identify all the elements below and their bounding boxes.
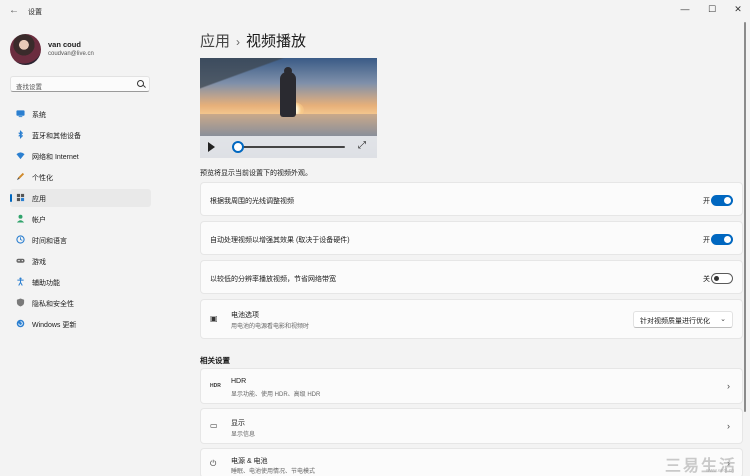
sidebar-item-label: 时间和语言: [32, 238, 67, 245]
video-controls: ⤢: [200, 136, 377, 158]
sidebar-item-label: 个性化: [32, 175, 53, 182]
related-settings-title: 相关设置: [200, 356, 230, 365]
setting-battery-options: ▣ 电池选项 用电池的电源看电影和视频时 针对视频质量进行优化 ⌄: [200, 299, 743, 339]
sidebar-item-network[interactable]: 网络和 Internet: [10, 147, 151, 165]
video-preview: ⤢: [200, 58, 377, 158]
toggle-state: 关: [703, 276, 710, 283]
brush-icon: [16, 172, 25, 181]
monitor-icon: [16, 110, 25, 118]
sidebar-item-apps[interactable]: 应用: [10, 189, 151, 207]
globe-clock-icon: [16, 235, 25, 244]
battery-video-icon: ▣: [210, 314, 218, 323]
sidebar-item-label: 网络和 Internet: [32, 154, 79, 161]
related-item-title: HDR: [231, 378, 247, 385]
chevron-right-icon: ›: [727, 381, 730, 391]
hdr-icon: HDR: [210, 383, 221, 389]
fullscreen-icon[interactable]: ⤢: [358, 141, 368, 151]
sidebar-item-bluetooth[interactable]: 蓝牙和其他设备: [10, 126, 151, 144]
app-title: 设置: [28, 9, 42, 16]
setting-adjust-lighting: 根据我周围的光线调整视频 开: [200, 182, 743, 216]
toggle-switch[interactable]: [711, 195, 733, 206]
chevron-down-icon: ⌄: [720, 316, 726, 323]
accessibility-icon: [17, 277, 24, 286]
sidebar-item-privacy[interactable]: 隐私和安全性: [10, 294, 151, 312]
setting-low-resolution: 以较低的分辨率播放视频，节省网络带宽 关: [200, 260, 743, 294]
toggle-switch[interactable]: [711, 234, 733, 245]
toggle-state: 开: [703, 198, 710, 205]
sidebar-item-windows-update[interactable]: Windows 更新: [10, 315, 151, 333]
related-item-subtitle: 睡眠、电池使用情况、节电模式: [231, 469, 316, 475]
dropdown-value: 针对视频质量进行优化: [640, 318, 710, 325]
account-icon: [16, 214, 25, 223]
avatar[interactable]: [10, 34, 41, 65]
power-icon: ⏻: [210, 459, 217, 468]
sidebar-item-accounts[interactable]: 帐户: [10, 210, 151, 228]
display-icon: ▭: [210, 421, 218, 430]
sidebar-item-accessibility[interactable]: 辅助功能: [10, 273, 151, 291]
related-item-display[interactable]: ▭ 显示 显示信息 ›: [200, 408, 743, 444]
sidebar-item-label: 系统: [32, 112, 46, 119]
sidebar-item-label: 隐私和安全性: [32, 301, 74, 308]
scrollbar[interactable]: [744, 22, 746, 412]
chevron-right-icon: ›: [727, 421, 730, 431]
play-icon[interactable]: [208, 142, 215, 152]
watermark-url: www.eeol.cn: [706, 468, 735, 474]
wifi-icon: [16, 152, 25, 160]
setting-enhance-video: 自动处理视频以增强其效果 (取决于设备硬件) 开: [200, 221, 743, 255]
sidebar-item-label: Windows 更新: [32, 322, 77, 329]
sidebar-item-time-language[interactable]: 时间和语言: [10, 231, 151, 249]
battery-subtitle: 用电池的电源看电影和视频时: [231, 324, 310, 330]
related-item-hdr[interactable]: HDR HDR 显示功能、使用 HDR、高级 HDR ›: [200, 368, 743, 404]
user-email: coudvan@live.cn: [48, 51, 94, 57]
setting-label: 以较低的分辨率播放视频，节省网络带宽: [210, 276, 336, 283]
related-item-subtitle: 显示功能、使用 HDR、高级 HDR: [231, 392, 321, 398]
sidebar-item-gaming[interactable]: 游戏: [10, 252, 151, 270]
preview-person: [280, 72, 296, 117]
seek-thumb[interactable]: [232, 141, 244, 153]
setting-label: 自动处理视频以增强其效果 (取决于设备硬件): [210, 237, 350, 244]
sidebar-item-personalization[interactable]: 个性化: [10, 168, 151, 186]
search-icon: [137, 80, 144, 87]
breadcrumb-separator: ›: [236, 35, 241, 49]
seek-bar[interactable]: [237, 146, 345, 148]
related-item-title: 显示: [231, 420, 245, 427]
battery-dropdown[interactable]: 针对视频质量进行优化 ⌄: [633, 311, 733, 328]
toggle-state: 开: [703, 237, 710, 244]
setting-label: 根据我周围的光线调整视频: [210, 198, 294, 205]
search-input[interactable]: 查找设置: [10, 76, 150, 92]
related-item-title: 电源 & 电池: [231, 458, 268, 465]
breadcrumb: 应用 › 视频播放: [200, 30, 306, 51]
sidebar-item-system[interactable]: 系统: [10, 105, 151, 123]
minimize-button[interactable]: —: [672, 2, 698, 16]
sidebar-item-label: 辅助功能: [32, 280, 60, 287]
sidebar-item-label: 游戏: [32, 259, 46, 266]
apps-icon: [16, 193, 25, 202]
user-name: van coud: [48, 40, 81, 49]
breadcrumb-parent[interactable]: 应用: [200, 33, 230, 50]
sidebar-item-label: 帐户: [32, 217, 46, 224]
related-item-subtitle: 显示信息: [231, 432, 256, 438]
shield-icon: [16, 298, 25, 307]
gamepad-icon: [16, 258, 25, 263]
main-content: 应用 › 视频播放 ⤢ 预览将显示当前设置下的视频外观。 根据我周围的光线调整视频 …: [160, 22, 750, 476]
sidebar-item-label: 应用: [32, 196, 46, 203]
preview-caption: 预览将显示当前设置下的视频外观。: [200, 170, 312, 177]
search-placeholder: 查找设置: [16, 83, 42, 91]
battery-title: 电池选项: [231, 312, 259, 319]
toggle-switch[interactable]: [711, 273, 733, 284]
bluetooth-icon: [18, 130, 24, 139]
maximize-button[interactable]: ☐: [699, 2, 725, 16]
related-item-power[interactable]: ⏻ 电源 & 电池 睡眠、电池使用情况、节电模式 ›: [200, 448, 743, 476]
sidebar: van coud coudvan@live.cn 查找设置 系统 蓝牙和其他设备…: [0, 22, 160, 476]
sidebar-item-label: 蓝牙和其他设备: [32, 133, 81, 140]
back-arrow-icon[interactable]: ←: [8, 5, 20, 17]
update-icon: [16, 319, 25, 328]
page-title: 视频播放: [246, 33, 307, 50]
close-button[interactable]: ✕: [725, 2, 750, 16]
title-bar: ← 设置 — ☐ ✕: [0, 0, 750, 22]
